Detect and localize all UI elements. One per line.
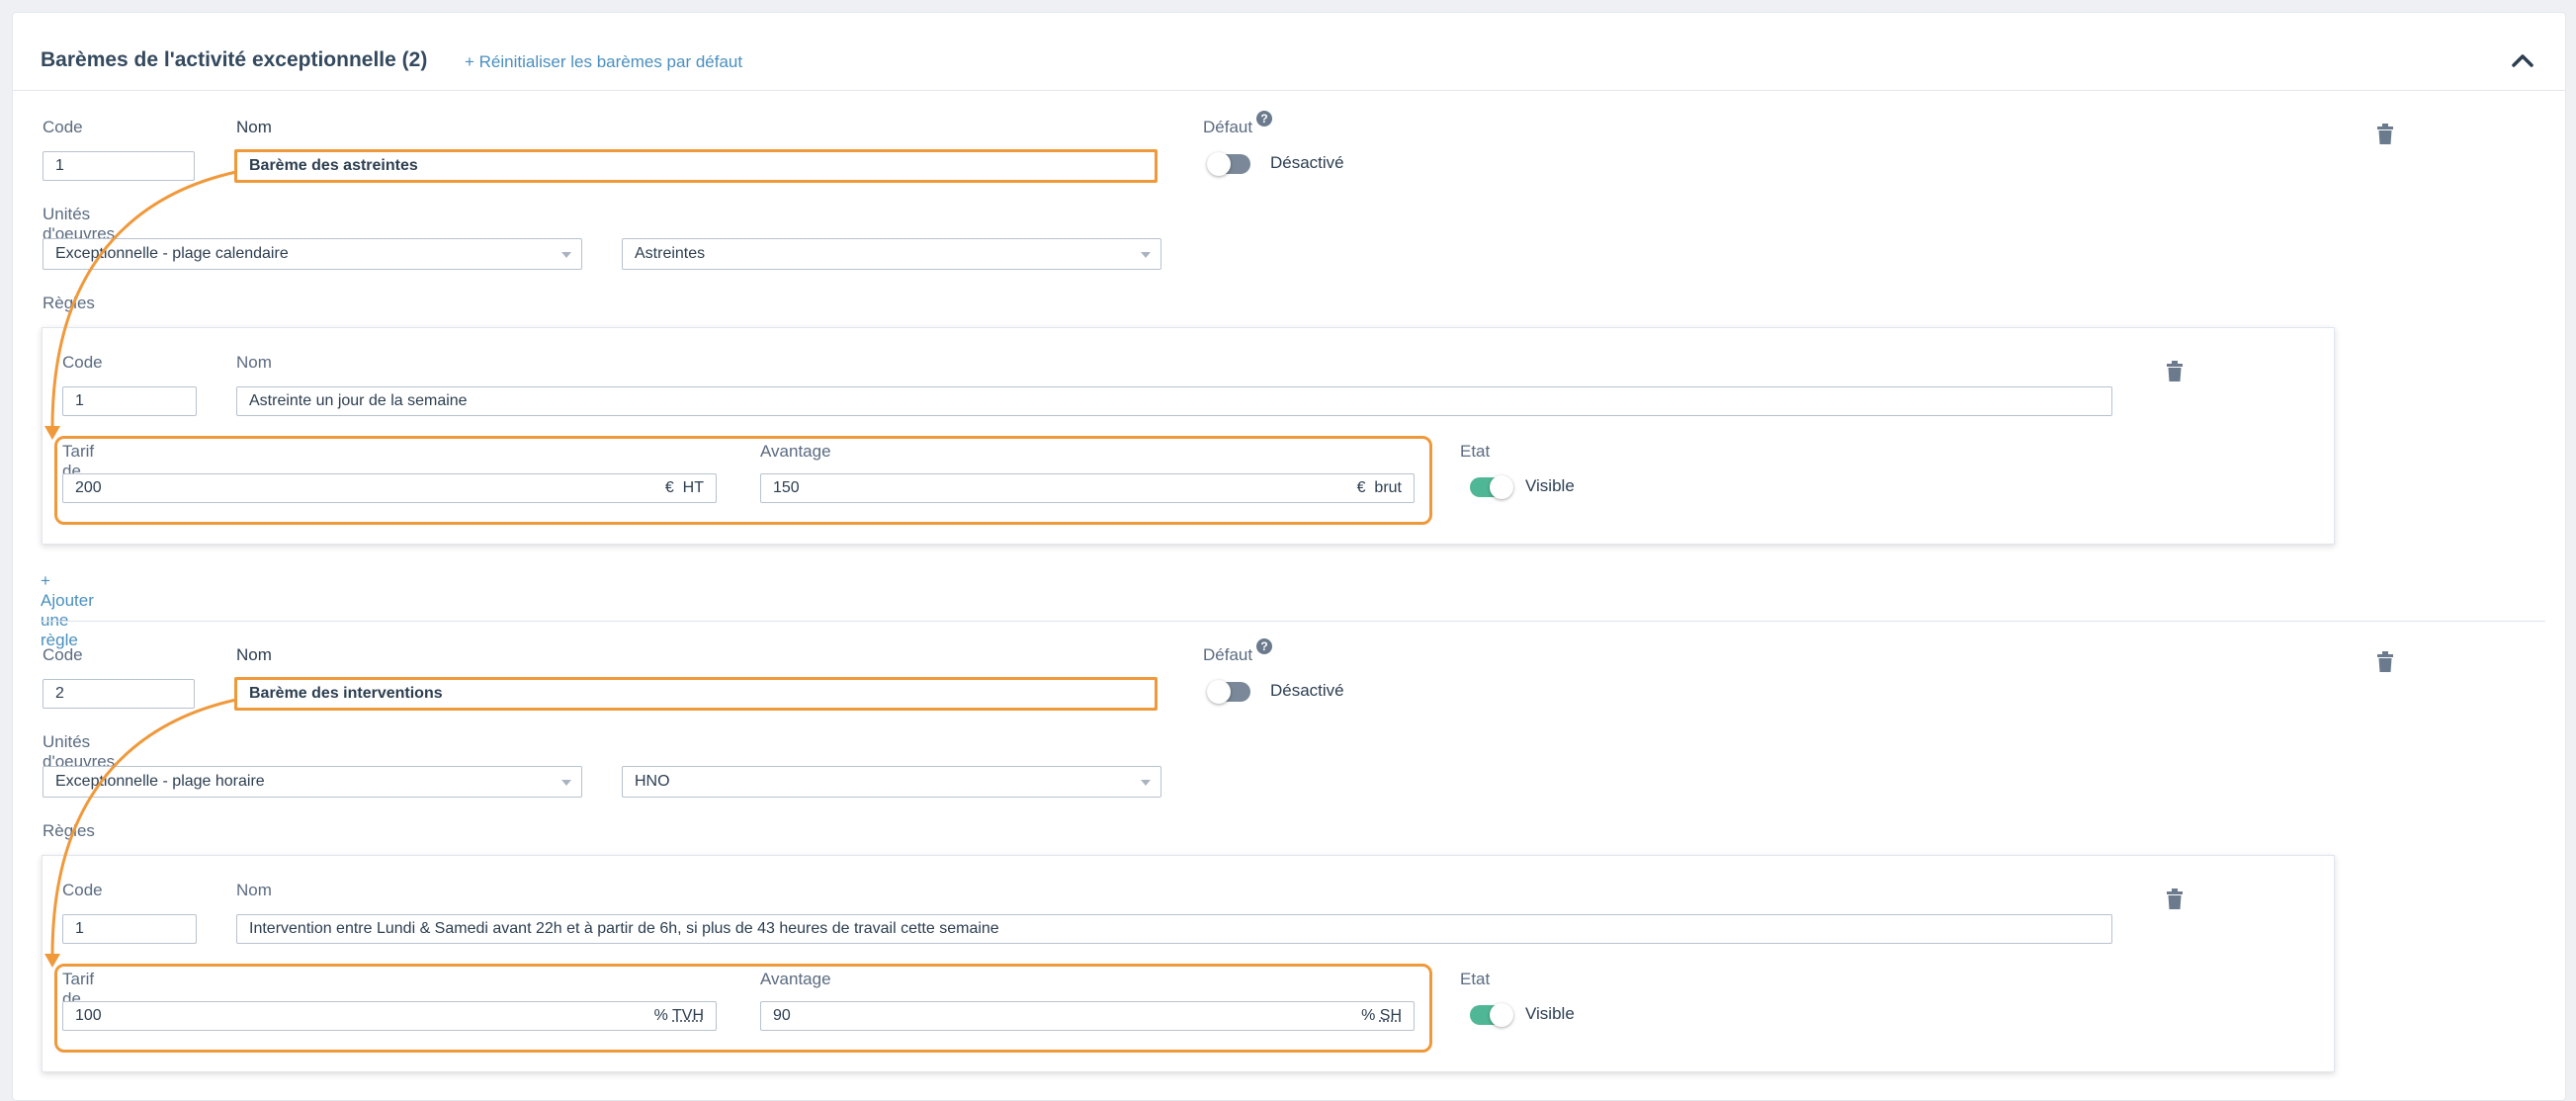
- tarif-unit: % TVH: [653, 1007, 704, 1024]
- rule-nom-label: Nom: [236, 353, 272, 372]
- unite-value-select[interactable]: HNO: [622, 766, 1161, 798]
- rule-code-input[interactable]: 1: [62, 914, 197, 944]
- defaut-state: Désactivé: [1270, 681, 1344, 700]
- code-label: Code: [43, 118, 83, 136]
- rule-code-label: Code: [62, 353, 103, 372]
- caret-down-icon: [1141, 780, 1151, 786]
- chevron-up-icon[interactable]: [2508, 46, 2537, 76]
- reset-baremes-link[interactable]: + Réinitialiser les barèmes par défaut: [465, 52, 742, 72]
- delete-rule-trash-icon[interactable]: [2166, 889, 2184, 910]
- avantage-label: Avantage: [760, 442, 831, 461]
- avantage-label: Avantage: [760, 970, 831, 988]
- etat-label: Etat: [1460, 442, 1491, 461]
- unite-value-select[interactable]: Astreintes: [622, 238, 1161, 270]
- etat-state: Visible: [1525, 1004, 1575, 1023]
- avantage-input[interactable]: 150 € brut: [760, 473, 1415, 503]
- caret-down-icon: [1141, 252, 1151, 258]
- avantage-unit: % SH: [1361, 1007, 1402, 1024]
- delete-bareme-trash-icon[interactable]: [2376, 651, 2394, 673]
- bareme-code-input[interactable]: 2: [43, 679, 195, 709]
- delete-rule-trash-icon[interactable]: [2166, 361, 2184, 382]
- help-icon[interactable]: ?: [1256, 638, 1272, 654]
- bareme-nom-input[interactable]: Barème des interventions: [236, 679, 1156, 709]
- etat-toggle[interactable]: [1470, 475, 1513, 499]
- tarif-input[interactable]: 200 € HT: [62, 473, 717, 503]
- add-rule-link[interactable]: + Ajouter une règle: [41, 571, 94, 650]
- defaut-label: Défaut: [1203, 645, 1253, 664]
- rule-code-input[interactable]: 1: [62, 386, 197, 416]
- baremes-card: Barèmes de l'activité exceptionnelle (2)…: [12, 12, 2566, 1101]
- delete-bareme-trash-icon[interactable]: [2376, 124, 2394, 145]
- tarif-input[interactable]: 100% TVH: [62, 1001, 717, 1031]
- caret-down-icon: [561, 780, 571, 786]
- header-divider: [13, 90, 2565, 91]
- tarif-unit: € HT: [664, 479, 704, 496]
- etat-toggle[interactable]: [1470, 1003, 1513, 1027]
- regles-label: Règles: [43, 294, 95, 312]
- bareme-nom-input[interactable]: Barème des astreintes: [236, 151, 1156, 181]
- unite-type-select[interactable]: Exceptionnelle - plage horaire: [43, 766, 582, 798]
- arrow-connector: [44, 698, 237, 968]
- etat-label: Etat: [1460, 970, 1491, 988]
- help-icon[interactable]: ?: [1256, 111, 1272, 127]
- defaut-state: Désactivé: [1270, 153, 1344, 172]
- rule-card: [42, 855, 2335, 1072]
- section-title: Barèmes de l'activité exceptionnelle (2): [41, 48, 428, 71]
- unite-type-select[interactable]: Exceptionnelle - plage calendaire: [43, 238, 582, 270]
- bareme-divider: [41, 621, 2545, 622]
- rule-code-label: Code: [62, 881, 103, 899]
- nom-label: Nom: [236, 118, 272, 136]
- defaut-toggle[interactable]: [1207, 152, 1250, 176]
- bareme-code-input[interactable]: 1: [43, 151, 195, 181]
- code-label: Code: [43, 645, 83, 664]
- etat-state: Visible: [1525, 476, 1575, 495]
- rule-card: [42, 327, 2335, 545]
- avantage-input[interactable]: 90% SH: [760, 1001, 1415, 1031]
- nom-label: Nom: [236, 645, 272, 664]
- avantage-unit: € brut: [1356, 479, 1402, 496]
- rule-nom-input[interactable]: Astreinte un jour de la semaine: [236, 386, 2112, 416]
- rule-nom-label: Nom: [236, 881, 272, 899]
- defaut-toggle[interactable]: [1207, 680, 1250, 704]
- caret-down-icon: [561, 252, 571, 258]
- defaut-label: Défaut: [1203, 118, 1253, 136]
- rule-nom-input[interactable]: Intervention entre Lundi & Samedi avant …: [236, 914, 2112, 944]
- regles-label: Règles: [43, 821, 95, 840]
